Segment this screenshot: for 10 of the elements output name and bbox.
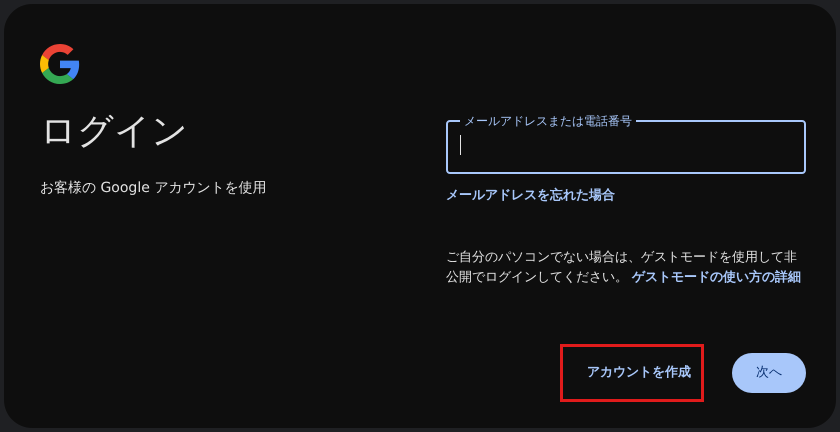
google-logo-icon xyxy=(40,44,80,84)
page-subtitle: お客様の Google アカウントを使用 xyxy=(40,179,266,198)
next-button[interactable]: 次へ xyxy=(732,353,806,393)
page-title: ログイン xyxy=(40,110,188,154)
guest-mode-note: ご自分のパソコンでない場合は、ゲストモードを使用して非公開でログインしてください。 ゲストモードの使い方の詳細 xyxy=(446,248,802,286)
forgot-email-link[interactable]: メールアドレスを忘れた場合 xyxy=(446,186,615,206)
create-account-button[interactable]: アカウントを作成 xyxy=(567,351,697,395)
guest-mode-link[interactable]: ゲストモードの使い方の詳細 xyxy=(632,270,802,284)
email-field[interactable]: メールアドレスまたは電話番号 xyxy=(446,112,806,174)
text-caret xyxy=(460,135,461,155)
